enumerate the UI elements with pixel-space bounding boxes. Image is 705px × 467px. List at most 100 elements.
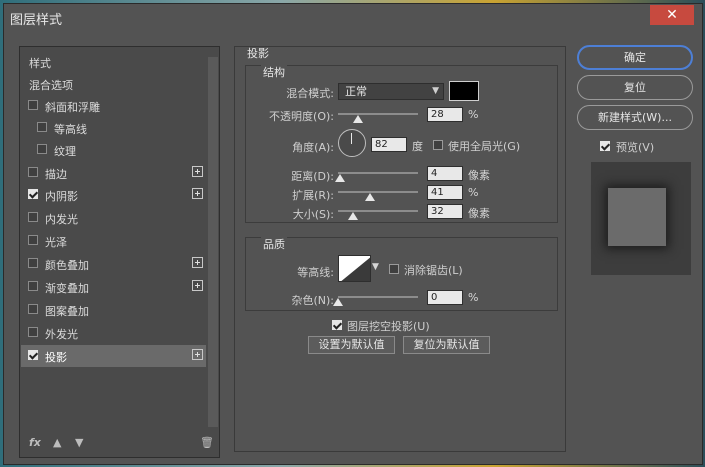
list-item-label: 内发光 <box>45 213 78 226</box>
add-inner-shadow-plus-icon[interactable] <box>192 188 203 199</box>
noise-unit: % <box>468 291 479 304</box>
dialog-title: 图层样式 <box>10 13 63 28</box>
blend-mode-select[interactable]: 正常 ▼ <box>338 83 444 100</box>
list-item-bevel-emboss[interactable]: 斜面和浮雕 <box>21 95 206 117</box>
drop-shadow-checkbox[interactable] <box>28 350 38 360</box>
list-item-label: 渐变叠加 <box>45 282 89 295</box>
pattern-overlay-checkbox[interactable] <box>28 304 38 314</box>
spread-slider-track[interactable] <box>338 191 418 193</box>
list-scrollbar[interactable] <box>208 57 218 427</box>
knockout-label: 图层挖空投影(U) <box>347 320 430 333</box>
ok-button[interactable]: 确定 <box>577 45 693 70</box>
contour-chevron-down-icon[interactable]: ▼ <box>372 262 379 272</box>
add-stroke-plus-icon[interactable] <box>192 166 203 177</box>
opacity-slider-track[interactable] <box>338 113 418 115</box>
new-style-button[interactable]: 新建样式(W)... <box>577 105 693 130</box>
color-overlay-checkbox[interactable] <box>28 258 38 268</box>
contour-curve-icon <box>341 257 370 281</box>
noise-slider-track[interactable] <box>338 296 418 298</box>
move-up-icon[interactable]: ▲ <box>53 436 61 449</box>
move-down-icon[interactable]: ▼ <box>75 436 83 449</box>
list-item-label: 内阴影 <box>45 190 78 203</box>
contour-picker[interactable] <box>338 255 371 282</box>
noise-input[interactable]: 0 <box>427 290 463 305</box>
list-item-label: 混合选项 <box>29 79 73 92</box>
list-item-label: 样式 <box>29 57 51 70</box>
structure-group: 结构 混合模式: 正常 ▼ 不透明度(O): 28 % 角度(A): 82 度 … <box>245 64 558 223</box>
list-item-inner-glow[interactable]: 内发光 <box>21 207 206 229</box>
contour-checkbox[interactable] <box>37 122 47 132</box>
drop-shadow-settings: 投影 结构 混合模式: 正常 ▼ 不透明度(O): 28 % 角度(A): 82… <box>234 46 566 452</box>
section-title: 投影 <box>247 47 269 60</box>
global-light-label: 使用全局光(G) <box>448 140 521 153</box>
quality-group: 品质 等高线: ▼ 消除锯齿(L) 杂色(N): 0 % <box>245 236 558 311</box>
contour-label: 等高线: <box>297 266 334 279</box>
distance-slider-thumb[interactable] <box>335 174 345 182</box>
spread-input[interactable]: 41 <box>427 185 463 200</box>
list-item-styles[interactable]: 样式 <box>21 51 206 73</box>
angle-input[interactable]: 82 <box>371 137 407 152</box>
noise-label: 杂色(N): <box>291 294 334 307</box>
list-item-outer-glow[interactable]: 外发光 <box>21 322 206 344</box>
title-bar[interactable]: 图层样式 ✕ <box>4 4 702 32</box>
size-unit: 像素 <box>468 207 490 220</box>
spread-label: 扩展(R): <box>292 189 334 202</box>
close-icon: ✕ <box>666 7 678 23</box>
opacity-unit: % <box>468 108 479 121</box>
knockout-checkbox[interactable] <box>332 320 342 330</box>
list-item-label: 描边 <box>45 168 67 181</box>
size-slider-thumb[interactable] <box>348 212 358 220</box>
set-default-button[interactable]: 设置为默认值 <box>308 336 395 354</box>
trash-icon[interactable]: 🗑 <box>200 436 214 449</box>
distance-unit: 像素 <box>468 169 490 182</box>
shadow-color-swatch[interactable] <box>449 81 479 101</box>
styles-list-panel: 样式 混合选项 斜面和浮雕 等高线 纹理 描边 内阴影 内发光 光泽 颜色叠加 … <box>19 46 220 458</box>
global-light-checkbox[interactable] <box>433 140 443 150</box>
preview-checkbox[interactable] <box>600 141 610 151</box>
angle-unit: 度 <box>412 140 423 153</box>
opacity-input[interactable]: 28 <box>427 107 463 122</box>
inner-glow-checkbox[interactable] <box>28 212 38 222</box>
size-input[interactable]: 32 <box>427 204 463 219</box>
opacity-slider-thumb[interactable] <box>353 115 363 123</box>
antialias-checkbox[interactable] <box>389 264 399 274</box>
spread-unit: % <box>468 186 479 199</box>
texture-checkbox[interactable] <box>37 144 47 154</box>
list-item-label: 斜面和浮雕 <box>45 101 100 114</box>
opacity-label: 不透明度(O): <box>269 110 334 123</box>
distance-input[interactable]: 4 <box>427 166 463 181</box>
list-item-color-overlay[interactable]: 颜色叠加 <box>21 253 206 275</box>
list-item-gradient-overlay[interactable]: 渐变叠加 <box>21 276 206 298</box>
satin-checkbox[interactable] <box>28 235 38 245</box>
list-item-pattern-overlay[interactable]: 图案叠加 <box>21 299 206 321</box>
add-gradient-overlay-plus-icon[interactable] <box>192 280 203 291</box>
list-item-blending-options[interactable]: 混合选项 <box>21 73 206 95</box>
angle-dial[interactable] <box>338 129 366 157</box>
list-item-contour[interactable]: 等高线 <box>21 117 206 139</box>
distance-slider-track[interactable] <box>338 172 418 174</box>
fx-icon[interactable]: fx <box>29 436 41 449</box>
list-item-inner-shadow[interactable]: 内阴影 <box>21 184 206 206</box>
antialias-label: 消除锯齿(L) <box>404 264 463 277</box>
gradient-overlay-checkbox[interactable] <box>28 281 38 291</box>
noise-slider-thumb[interactable] <box>333 298 343 306</box>
list-item-drop-shadow[interactable]: 投影 <box>21 345 206 367</box>
stroke-checkbox[interactable] <box>28 167 38 177</box>
distance-label: 距离(D): <box>291 170 334 183</box>
chevron-down-icon: ▼ <box>432 86 439 96</box>
bevel-emboss-checkbox[interactable] <box>28 100 38 110</box>
outer-glow-checkbox[interactable] <box>28 327 38 337</box>
list-item-stroke[interactable]: 描边 <box>21 162 206 184</box>
list-item-texture[interactable]: 纹理 <box>21 139 206 161</box>
spread-slider-thumb[interactable] <box>365 193 375 201</box>
list-item-satin[interactable]: 光泽 <box>21 230 206 252</box>
blend-mode-label: 混合模式: <box>286 87 334 100</box>
close-button[interactable]: ✕ <box>650 5 694 25</box>
list-item-label: 外发光 <box>45 328 78 341</box>
inner-shadow-checkbox[interactable] <box>28 189 38 199</box>
reset-default-button[interactable]: 复位为默认值 <box>403 336 490 354</box>
add-drop-shadow-plus-icon[interactable] <box>192 349 203 360</box>
reset-button[interactable]: 复位 <box>577 75 693 100</box>
structure-title: 结构 <box>261 64 287 80</box>
add-color-overlay-plus-icon[interactable] <box>192 257 203 268</box>
